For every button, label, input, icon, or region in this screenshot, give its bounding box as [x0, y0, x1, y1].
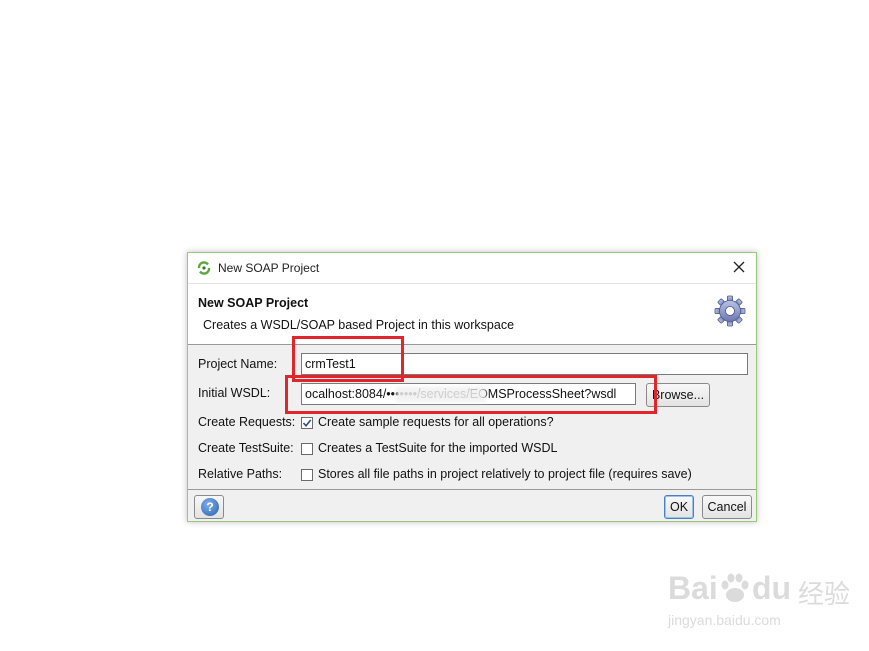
relative-paths-checkbox[interactable]: [301, 469, 313, 481]
watermark-cn: 经验: [798, 580, 851, 610]
paw-icon: [721, 573, 749, 602]
create-testsuite-text: Creates a TestSuite for the imported WSD…: [318, 441, 558, 455]
gear-icon: [714, 295, 746, 327]
redacted-wsdl-segment: [396, 387, 486, 402]
create-requests-checkbox[interactable]: [301, 417, 313, 429]
cancel-button[interactable]: Cancel: [702, 495, 752, 519]
dialog-title: New SOAP Project: [218, 261, 320, 275]
browse-button[interactable]: Browse...: [646, 383, 710, 407]
watermark-brand: Bai: [668, 570, 718, 606]
dialog-header: New SOAP Project Creates a WSDL/SOAP bas…: [188, 283, 756, 345]
ok-button[interactable]: OK: [664, 495, 694, 519]
header-title: New SOAP Project: [198, 296, 309, 310]
project-name-input[interactable]: crmTest1: [301, 353, 748, 375]
checkmark-icon: [302, 419, 312, 428]
watermark-brand-2: du: [752, 570, 792, 606]
relative-paths-label: Relative Paths:: [198, 467, 283, 481]
create-requests-text: Create sample requests for all operation…: [318, 415, 554, 429]
initial-wsdl-label: Initial WSDL:: [198, 386, 271, 400]
dialog-titlebar: New SOAP Project: [188, 253, 756, 283]
create-requests-label: Create Requests:: [198, 415, 296, 429]
create-testsuite-label: Create TestSuite:: [198, 441, 294, 455]
relative-paths-text: Stores all file paths in project relativ…: [318, 467, 692, 481]
footer-separator: [188, 489, 756, 490]
project-name-label: Project Name:: [198, 357, 278, 371]
help-icon: ?: [201, 498, 219, 516]
new-soap-project-dialog: New SOAP Project New SOAP Project Create…: [187, 252, 757, 522]
soapui-icon: [197, 261, 211, 275]
create-testsuite-checkbox[interactable]: [301, 443, 313, 455]
close-icon[interactable]: [730, 258, 748, 276]
header-description: Creates a WSDL/SOAP based Project in thi…: [203, 318, 515, 332]
watermark-url: jingyan.baidu.com: [668, 612, 781, 628]
help-button[interactable]: ?: [194, 495, 224, 519]
baidu-watermark: Bai du 经验 jingyan.baidu.com: [668, 570, 864, 632]
